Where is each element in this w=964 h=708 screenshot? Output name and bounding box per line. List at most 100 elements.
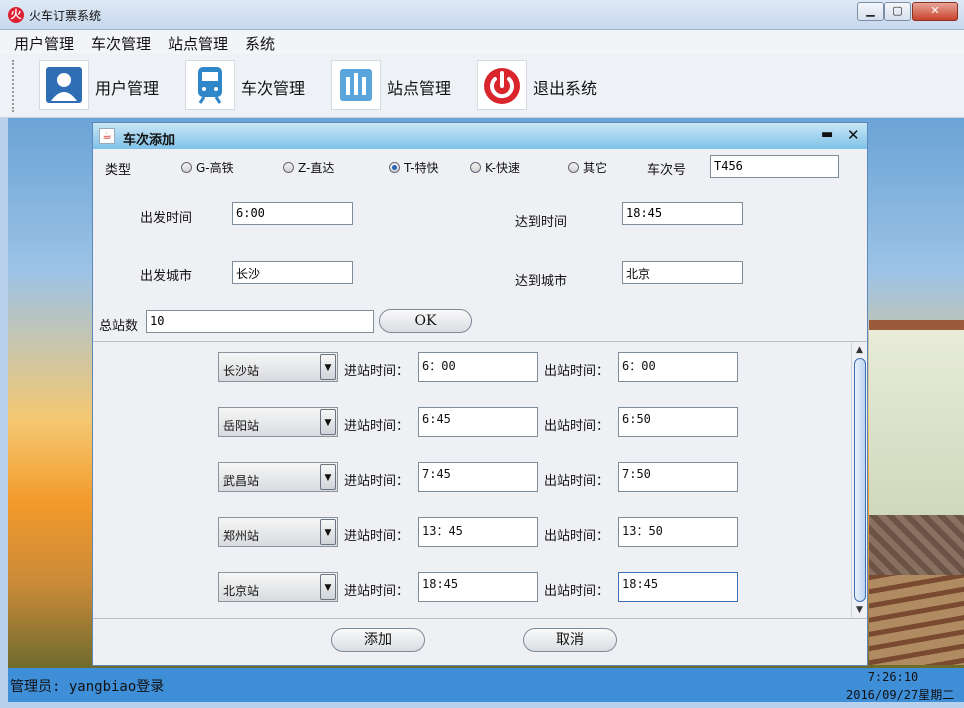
enter-time-input[interactable]: 6：00	[418, 352, 538, 382]
maximize-button[interactable]: ▢	[884, 2, 911, 21]
station-select[interactable]: 武昌站 ▼	[218, 462, 338, 492]
enter-time-input[interactable]: 7:45	[418, 462, 538, 492]
toolbar-station-management-button[interactable]: 站点管理	[331, 60, 461, 110]
enter-time-label: 进站时间：	[344, 419, 410, 434]
menu-train-management[interactable]: 车次管理	[91, 33, 151, 54]
add-button[interactable]: 添加	[331, 628, 425, 652]
ok-button[interactable]: OK	[379, 309, 472, 333]
radio-type-g[interactable]: G-高铁	[181, 159, 234, 175]
station-row: 武昌站 ▼ 进站时间： 7:45 出站时间： 7:50	[93, 462, 853, 494]
radio-dot	[568, 162, 579, 173]
dialog-close-icon[interactable]: ✕	[847, 126, 860, 144]
minimize-button[interactable]: ▁	[857, 2, 884, 21]
arrive-time-label: 达到时间	[515, 215, 568, 230]
exit-time-input[interactable]: 6：00	[618, 352, 738, 382]
cancel-button[interactable]: 取消	[523, 628, 617, 652]
menu-system[interactable]: 系统	[245, 33, 275, 54]
toolbar-exit-system-button[interactable]: 退出系统	[477, 60, 607, 110]
arrive-city-input[interactable]: 北京	[622, 261, 743, 284]
admin-login-status: 管理员: yangbiao登录	[10, 679, 165, 695]
exit-time-label: 出站时间：	[544, 529, 610, 544]
station-select[interactable]: 郑州站 ▼	[218, 517, 338, 547]
enter-time-label: 进站时间：	[344, 474, 410, 489]
exit-time-input[interactable]: 6:50	[618, 407, 738, 437]
station-select-value: 武昌站	[223, 474, 260, 488]
add-train-dialog: ☕ 车次添加 ▬ ✕ 类型 G-高铁 Z-直达 T-特快 K-快速 其它 车次号…	[92, 122, 868, 666]
station-row: 北京站 ▼ 进站时间： 18:45 出站时间： 18:45	[93, 572, 853, 604]
user-icon	[39, 60, 89, 110]
enter-time-input[interactable]: 6:45	[418, 407, 538, 437]
radio-label: K-快速	[485, 161, 520, 175]
enter-time-input[interactable]: 18:45	[418, 572, 538, 602]
toolbar-station-management-label: 站点管理	[387, 79, 452, 98]
radio-type-z[interactable]: Z-直达	[283, 159, 334, 175]
exit-time-label: 出站时间：	[544, 364, 610, 379]
station-row: 郑州站 ▼ 进站时间： 13：45 出站时间： 13：50	[93, 517, 853, 549]
scroll-up-icon[interactable]: ▲	[853, 344, 866, 356]
toolbar-user-management-label: 用户管理	[95, 79, 160, 98]
toolbar-grip[interactable]	[12, 60, 18, 112]
train-no-label: 车次号	[647, 163, 687, 178]
toolbar-exit-system-label: 退出系统	[533, 79, 598, 98]
menu-user-management[interactable]: 用户管理	[14, 33, 74, 54]
train-no-input[interactable]: T456	[710, 155, 839, 178]
chevron-down-icon[interactable]: ▼	[320, 574, 336, 600]
dialog-titlebar[interactable]: ☕ 车次添加 ▬ ✕	[93, 123, 867, 149]
radio-type-t[interactable]: T-特快	[389, 159, 439, 175]
background-rails	[869, 575, 964, 665]
dialog-minimize-icon[interactable]: ▬	[821, 127, 833, 142]
station-select[interactable]: 长沙站 ▼	[218, 352, 338, 382]
radio-type-other[interactable]: 其它	[568, 159, 607, 175]
depart-time-input[interactable]: 6:00	[232, 202, 353, 225]
dialog-title: 车次添加	[123, 133, 176, 148]
radio-dot	[181, 162, 192, 173]
clock-time: 7:26:10	[867, 670, 919, 684]
chevron-down-icon[interactable]: ▼	[320, 354, 336, 380]
scrollbar-thumb[interactable]	[854, 358, 866, 602]
scroll-down-icon[interactable]: ▼	[853, 604, 866, 616]
train-icon	[185, 60, 235, 110]
close-button[interactable]: ✕	[912, 2, 958, 21]
toolbar-train-management-label: 车次管理	[241, 79, 306, 98]
power-icon	[477, 60, 527, 110]
station-select[interactable]: 岳阳站 ▼	[218, 407, 338, 437]
maximize-icon: ▢	[892, 4, 903, 17]
radio-dot	[470, 162, 481, 173]
window-title: 火车订票系统	[29, 9, 102, 23]
arrive-time-input[interactable]: 18:45	[622, 202, 743, 225]
radio-label: 其它	[583, 161, 608, 175]
exit-time-label: 出站时间：	[544, 474, 610, 489]
background-building	[869, 320, 964, 515]
station-icon	[331, 60, 381, 110]
station-select[interactable]: 北京站 ▼	[218, 572, 338, 602]
clock-date: 2016/09/27星期二	[846, 688, 955, 702]
minimize-icon: ▁	[866, 4, 875, 17]
total-stations-input[interactable]: 10	[146, 310, 374, 333]
radio-dot	[283, 162, 294, 173]
chevron-down-icon[interactable]: ▼	[320, 519, 336, 545]
exit-time-label: 出站时间：	[544, 584, 610, 599]
depart-city-input[interactable]: 长沙	[232, 261, 353, 284]
stations-scroll-panel[interactable]: 长沙站 ▼ 进站时间： 6：00 出站时间： 6：00 岳阳站 ▼ 进站时间： 6:…	[93, 341, 867, 619]
radio-dot-selected	[389, 162, 400, 173]
exit-time-input[interactable]: 7:50	[618, 462, 738, 492]
radio-type-k[interactable]: K-快速	[470, 159, 520, 175]
toolbar-user-management-button[interactable]: 用户管理	[39, 60, 169, 110]
station-row: 岳阳站 ▼ 进站时间： 6:45 出站时间： 6:50	[93, 407, 853, 439]
station-select-value: 北京站	[223, 584, 260, 598]
enter-time-input[interactable]: 13：45	[418, 517, 538, 547]
chevron-down-icon[interactable]: ▼	[320, 464, 336, 490]
exit-time-input[interactable]: 18:45	[618, 572, 738, 602]
status-bar: 管理员: yangbiao登录 7:26:10 2016/09/27星期二	[8, 668, 964, 702]
exit-time-input[interactable]: 13：50	[618, 517, 738, 547]
depart-time-label: 出发时间	[140, 211, 193, 226]
menubar: 用户管理 车次管理 站点管理 系统	[0, 30, 964, 54]
exit-time-label: 出站时间：	[544, 419, 610, 434]
radio-label: T-特快	[404, 161, 439, 175]
total-stations-label: 总站数	[99, 319, 139, 334]
menu-station-management[interactable]: 站点管理	[168, 33, 228, 54]
chevron-down-icon[interactable]: ▼	[320, 409, 336, 435]
station-row: 长沙站 ▼ 进站时间： 6：00 出站时间： 6：00	[93, 352, 853, 384]
toolbar-train-management-button[interactable]: 车次管理	[185, 60, 315, 110]
vertical-scrollbar[interactable]: ▲ ▼	[851, 342, 867, 618]
